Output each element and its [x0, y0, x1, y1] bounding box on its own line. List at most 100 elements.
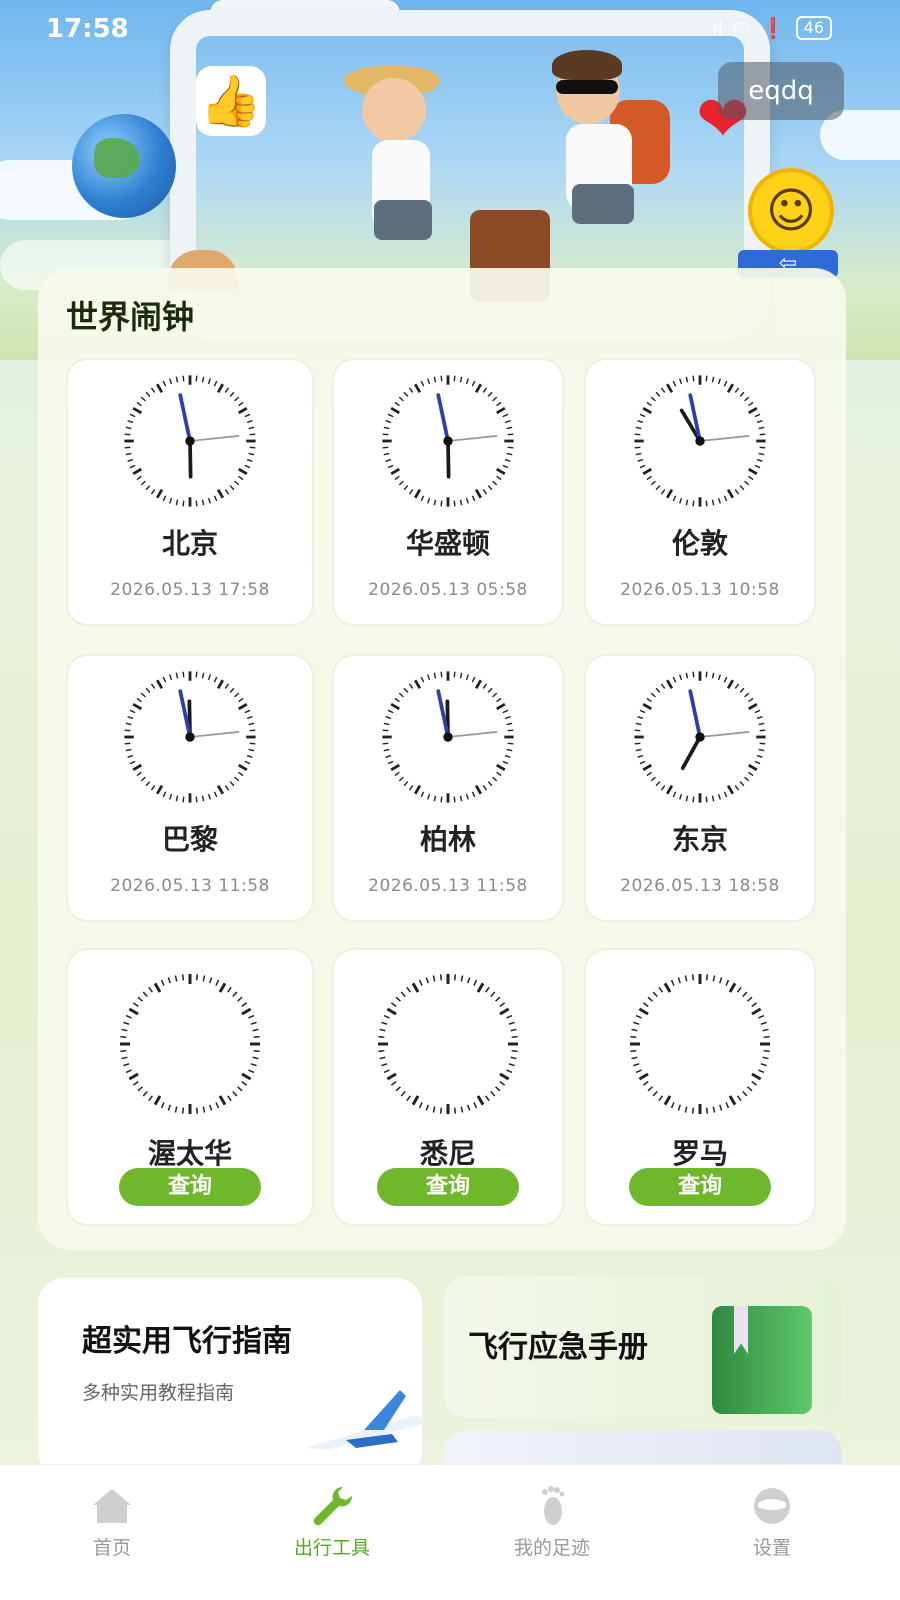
clock-tick — [672, 791, 677, 798]
clock-tick — [162, 676, 167, 683]
clock-tick — [241, 1072, 252, 1081]
tab-footprints[interactable]: 我的足迹 — [492, 1483, 612, 1560]
clock-tick — [647, 1086, 653, 1092]
clock-tick — [167, 1104, 171, 1111]
clock-tick — [453, 671, 456, 678]
clock-card[interactable]: 渥太华 查询 — [66, 948, 314, 1226]
clock-tick — [248, 452, 255, 456]
clock-tick — [140, 480, 146, 486]
clock-tick — [670, 979, 675, 986]
clock-tick — [207, 497, 211, 504]
clock-tick — [252, 1028, 259, 1032]
clock-card[interactable]: 悉尼 查询 — [332, 948, 564, 1226]
clock-tick — [506, 452, 513, 456]
clock-tick — [432, 1106, 436, 1113]
clock-tick — [751, 1072, 762, 1081]
clock-tick — [182, 671, 185, 678]
query-button[interactable]: 查询 — [629, 1168, 771, 1206]
clock-tick — [128, 1007, 139, 1016]
clock-tick — [248, 748, 255, 752]
clock-tick — [413, 679, 422, 689]
clock-tick — [174, 975, 178, 982]
clock-tick — [747, 1086, 753, 1092]
settings-icon — [754, 1488, 790, 1524]
clock-tick — [120, 1035, 127, 1039]
clock-tick — [234, 776, 240, 782]
clock-tick — [754, 464, 761, 469]
clock-tick — [413, 785, 422, 795]
clock-tick — [655, 391, 661, 397]
clock-tick — [427, 378, 431, 385]
clock-tick — [169, 674, 173, 681]
clock-face-icon — [630, 974, 770, 1114]
clock-tick — [124, 742, 131, 745]
clock-tick — [760, 1063, 767, 1067]
clock-tick — [508, 1063, 515, 1067]
clock-tick — [398, 776, 404, 782]
emergency-manual-card[interactable]: 飞行应急手册 — [444, 1276, 842, 1418]
clock-tick — [440, 796, 443, 803]
clock-tick — [132, 467, 142, 476]
clock-tick — [129, 760, 136, 765]
tab-travel-tools[interactable]: 出行工具 — [272, 1483, 392, 1560]
user-name-badge[interactable]: eqdq — [718, 62, 844, 120]
tab-settings[interactable]: 设置 — [712, 1483, 832, 1560]
query-button[interactable]: 查询 — [377, 1168, 519, 1206]
clock-tick — [453, 500, 456, 507]
clock-tick — [383, 1069, 390, 1074]
emergency-manual-title: 飞行应急手册 — [468, 1330, 648, 1365]
clock-tick — [224, 683, 230, 689]
clock-card[interactable]: 北京 2026.05.13 17:58 — [66, 358, 314, 626]
clock-tick — [195, 375, 198, 382]
clock-card[interactable]: 罗马 查询 — [584, 948, 816, 1226]
clock-tick — [492, 480, 498, 486]
city-name: 伦敦 — [671, 527, 728, 560]
clock-tick — [175, 795, 179, 802]
clock-tick — [496, 697, 502, 703]
clock-tick — [385, 458, 392, 462]
clock-tick — [474, 489, 483, 499]
hour-hand — [446, 439, 451, 479]
clock-tick — [748, 406, 758, 415]
clock-tick — [148, 1095, 153, 1102]
clock-tick — [679, 674, 683, 681]
tab-home[interactable]: 首页 — [52, 1483, 172, 1560]
clock-tick — [140, 776, 146, 782]
clock-card[interactable]: 华盛顿 2026.05.13 05:58 — [332, 358, 564, 626]
clock-card[interactable]: 东京 2026.05.13 18:58 — [584, 654, 816, 922]
clock-tick — [737, 986, 742, 993]
clock-tick — [145, 391, 151, 397]
clock-tick — [403, 687, 409, 693]
clock-tick — [670, 1102, 675, 1109]
clock-tick — [728, 1095, 737, 1106]
clock-card[interactable]: 柏林 2026.05.13 11:58 — [332, 654, 564, 922]
clock-tick — [403, 781, 409, 787]
clock-tick — [394, 401, 400, 407]
city-datetime: 2026.05.13 18:58 — [620, 876, 780, 896]
clock-tick — [395, 1086, 401, 1092]
clock-tick — [142, 991, 148, 997]
bottom-tab-bar: 首页 出行工具 我的足迹 设置 — [0, 1464, 900, 1600]
clock-tick — [207, 378, 211, 385]
clock-tick — [751, 1081, 758, 1086]
clock-tick — [762, 1056, 769, 1060]
clock-tick — [213, 380, 218, 387]
clock-tick — [238, 475, 244, 481]
clock-card[interactable]: 伦敦 2026.05.13 10:58 — [584, 358, 816, 626]
clock-card[interactable]: 巴黎 2026.05.13 11:58 — [66, 654, 314, 922]
clock-tick — [639, 709, 646, 714]
query-button[interactable]: 查询 — [119, 1168, 261, 1206]
clock-tick — [631, 1056, 638, 1060]
clock-tick — [250, 1063, 257, 1067]
clock-tick — [378, 1049, 385, 1053]
clock-tick — [162, 380, 167, 387]
minute-hand — [688, 689, 702, 739]
city-datetime: 2026.05.13 17:58 — [110, 580, 270, 600]
flight-guide-card[interactable]: 超实用飞行指南 多种实用教程指南 — [38, 1278, 422, 1478]
clock-tick — [411, 982, 420, 993]
clock-tick — [150, 489, 156, 495]
clock-tick — [136, 697, 142, 703]
clock-tick — [655, 781, 661, 787]
clock-tick — [394, 475, 400, 481]
clock-tick — [241, 1081, 248, 1086]
